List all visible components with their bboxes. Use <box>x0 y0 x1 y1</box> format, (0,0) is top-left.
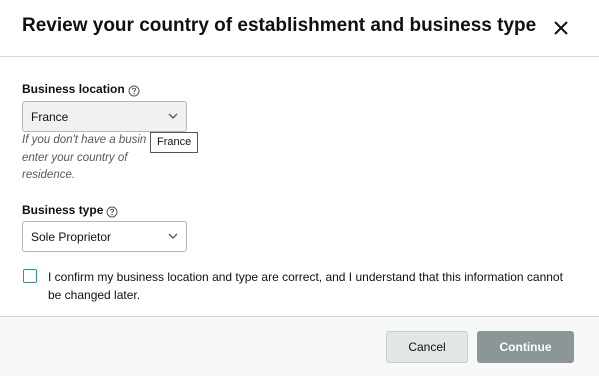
business-location-select[interactable]: France <box>22 101 187 132</box>
close-icon <box>554 21 568 35</box>
chevron-down-icon <box>168 113 178 119</box>
cancel-button[interactable]: Cancel <box>386 331 468 363</box>
business-location-help-button[interactable] <box>128 84 140 97</box>
business-type-select[interactable]: Sole Proprietor <box>22 221 187 252</box>
question-circle-icon <box>128 85 140 97</box>
review-dialog: Review your country of establishment and… <box>0 0 599 376</box>
question-circle-icon <box>106 206 118 218</box>
close-button[interactable] <box>551 18 571 38</box>
business-location-help-text: If you don't have a busin enter your cou… <box>22 132 152 185</box>
help-text-line: If you don't have a busin <box>22 134 147 146</box>
dialog-title: Review your country of establishment and… <box>22 15 537 36</box>
business-location-value: France <box>31 110 69 124</box>
help-text-line: enter your country of <box>22 151 128 164</box>
help-text-line: residence. <box>22 169 76 181</box>
continue-button[interactable]: Continue <box>477 331 574 363</box>
location-tooltip: France <box>150 132 199 153</box>
chevron-down-icon <box>168 233 178 239</box>
dialog-header: Review your country of establishment and… <box>0 0 599 57</box>
business-type-help-button[interactable] <box>106 205 118 218</box>
business-type-label: Business type <box>22 203 104 217</box>
confirm-text: I confirm my business location and type … <box>48 270 563 302</box>
business-type-value: Sole Proprietor <box>31 230 112 244</box>
confirm-checkbox[interactable] <box>23 269 37 283</box>
business-location-label: Business location <box>22 82 125 96</box>
